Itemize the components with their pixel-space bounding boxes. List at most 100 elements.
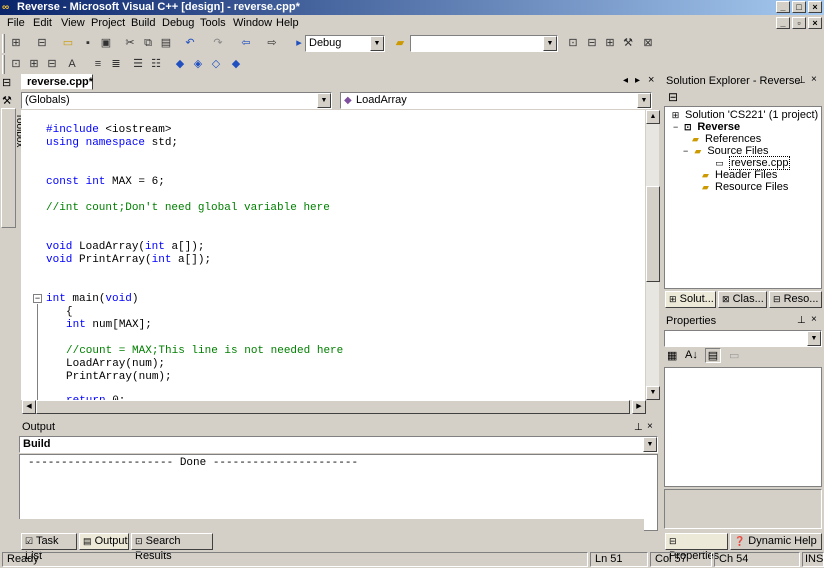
scroll-down-icon[interactable]: ▼ [646,386,660,400]
minimize-button[interactable]: _ [776,1,790,13]
collapse-icon[interactable]: − [683,146,688,156]
server-explorer-icon[interactable]: ⊟ [2,76,11,89]
save-icon[interactable]: ▪ [80,35,96,51]
scroll-left-icon[interactable]: ◀ [22,400,36,414]
alphabetical-icon[interactable]: A↓ [685,349,698,361]
collapse-icon[interactable]: − [33,294,42,303]
close-icon[interactable]: × [647,421,653,433]
outdent-icon[interactable]: ≣ [108,56,124,72]
prev-bookmark-icon[interactable]: ◇ [208,56,224,72]
tab-output[interactable]: ▤ Output [79,533,129,550]
tab-search-results[interactable]: ⊡ Search Results [131,533,213,562]
parameter-info-icon[interactable]: ⊟ [44,56,60,72]
tab-dynamic-help[interactable]: ❓ Dynamic Help [730,533,822,550]
tab-reverse-cpp[interactable]: reverse.cpp* [21,74,93,90]
bookmark-icon[interactable]: ◆ [172,56,188,72]
menu-help[interactable]: Help [276,17,299,29]
close-button[interactable]: × [808,1,822,13]
editor-horizontal-scrollbar[interactable]: ◀ ▶ [21,400,646,414]
menu-window[interactable]: Window [233,17,272,29]
output-horizontal-scrollbar[interactable] [19,519,644,531]
navigate-back-icon[interactable]: ⇦ [238,35,254,51]
menu-debug[interactable]: Debug [162,17,194,29]
pin-icon[interactable]: ⊥ [797,75,806,87]
tab-class-view[interactable]: ⊠ Clas... [718,291,767,308]
object-browser-icon[interactable]: ⊡ [8,56,24,72]
new-project-icon[interactable]: ⊞ [8,35,24,51]
chevron-down-icon[interactable]: ▼ [317,93,331,108]
uncomment-icon[interactable]: ☷ [148,56,164,72]
redo-icon[interactable]: ↷ [210,35,226,51]
add-item-icon[interactable]: ⊟ [34,35,50,51]
toolbox-icon[interactable]: ⊞ [602,35,618,51]
tree-item-resource-files[interactable]: ▰ Resource Files [699,181,788,193]
complete-word-icon[interactable]: A [64,56,80,72]
open-file-icon[interactable]: ▭ [60,35,76,51]
close-icon[interactable]: × [811,314,817,326]
properties-object-combo[interactable]: ▼ [664,330,822,347]
tree-item-references[interactable]: ▰ References [689,133,761,145]
menu-file[interactable]: File [7,17,25,29]
tools-icon[interactable]: ⚒ [620,35,636,51]
menu-tools[interactable]: Tools [200,17,226,29]
chevron-down-icon[interactable]: ▼ [807,331,821,346]
tree-item-header-files[interactable]: ▰ Header Files [699,169,777,181]
chevron-down-icon[interactable]: ▼ [543,36,557,51]
close-document-icon[interactable]: × [648,74,654,86]
property-pages-icon[interactable]: ▭ [729,349,739,362]
tab-resource-view[interactable]: ⊟ Reso... [769,291,822,308]
menu-edit[interactable]: Edit [33,17,52,29]
paste-icon[interactable]: ▤ [158,35,174,51]
indent-icon[interactable]: ≡ [90,56,106,72]
scope-combo[interactable]: (Globals) ▼ [21,92,332,109]
menu-build[interactable]: Build [131,17,155,29]
next-bookmark-icon[interactable]: ◈ [190,56,206,72]
tab-scroll-right-icon[interactable]: ▸ [635,75,640,86]
chevron-down-icon[interactable]: ▼ [370,36,384,51]
pin-icon[interactable]: ⊥ [797,315,806,327]
properties-icon[interactable]: ⊟ [668,90,678,104]
mdi-restore-button[interactable]: ▫ [792,17,806,29]
editor-vertical-scrollbar[interactable]: ▲ ▼ [645,110,660,400]
tree-item-reverse-cpp[interactable]: ▭ reverse.cpp [713,156,791,170]
tab-solution-explorer[interactable]: ⊞ Solut... [665,291,716,308]
categorized-icon[interactable]: ▦ [667,349,677,362]
solution-config-combo[interactable]: Debug ▼ [305,35,385,52]
output-source-combo[interactable]: Build ▼ [19,436,658,453]
scroll-thumb[interactable] [646,186,660,282]
properties-window-icon[interactable]: ⊟ [584,35,600,51]
member-combo[interactable]: ◆ LoadArray ▼ [340,92,652,109]
tab-scroll-left-icon[interactable]: ◂ [623,75,628,86]
tree-item-project[interactable]: − ⊡ Reverse [673,121,740,133]
class-view-icon[interactable]: ⊠ [640,35,656,51]
toolbar-grip[interactable] [2,34,5,53]
cut-icon[interactable]: ✂ [122,35,138,51]
copy-icon[interactable]: ⧉ [140,35,156,51]
maximize-button[interactable]: □ [792,1,806,13]
properties-grid[interactable] [664,367,822,487]
mdi-minimize-button[interactable]: _ [776,17,790,29]
pin-icon[interactable]: ⊥ [634,422,643,434]
comment-icon[interactable]: ☰ [130,56,146,72]
solution-explorer-icon[interactable]: ⊡ [565,35,581,51]
member-list-icon[interactable]: ⊞ [26,56,42,72]
toolbox-tab[interactable]: Toolbox [1,108,25,228]
toolbar-grip[interactable] [2,55,5,74]
collapse-icon[interactable]: − [673,122,678,132]
tab-properties[interactable]: ⊟ Properties [665,533,728,562]
mdi-close-button[interactable]: × [808,17,822,29]
find-in-files-icon[interactable]: ▰ [392,35,408,51]
chevron-down-icon[interactable]: ▼ [643,437,657,452]
close-icon[interactable]: × [811,74,817,86]
solution-tree[interactable]: ⊞ Solution 'CS221' (1 project) − ⊡ Reverse… [664,106,822,289]
find-combo[interactable]: ▼ [410,35,558,52]
tree-item-solution[interactable]: ⊞ Solution 'CS221' (1 project) [669,109,819,121]
menu-project[interactable]: Project [91,17,125,29]
scroll-thumb[interactable] [36,400,630,414]
code-editor[interactable]: #include <iostream> using namespace std;… [21,110,645,400]
scroll-right-icon[interactable]: ▶ [632,400,646,414]
save-all-icon[interactable]: ▣ [98,35,114,51]
scroll-up-icon[interactable]: ▲ [646,110,660,124]
properties-view-icon[interactable]: ▤ [705,348,721,363]
undo-icon[interactable]: ↶ [182,35,198,51]
